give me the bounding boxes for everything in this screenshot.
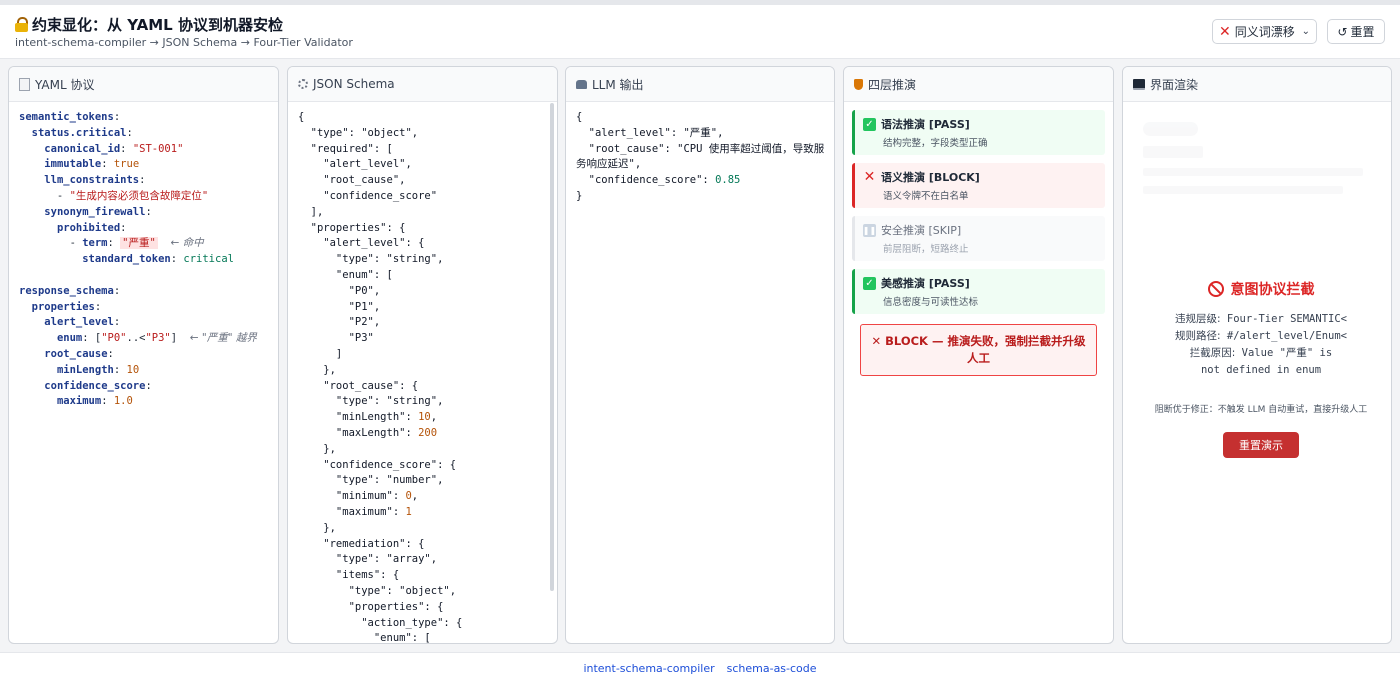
- tier-step-semantic: ✕ 语义推演 [BLOCK] 语义令牌不在白名单: [852, 163, 1105, 208]
- violation-tier-label: 违规层级:: [1175, 313, 1221, 325]
- llm-output-code: { "alert_level": "严重", "root_cause": "CP…: [576, 111, 825, 202]
- gear-icon: [298, 79, 308, 89]
- yaml-comment-range: ← "严重" 越界: [189, 332, 257, 345]
- schema-panel-title: JSON Schema: [313, 77, 395, 91]
- llm-panel-header: LLM 输出: [566, 67, 834, 102]
- tier-step-desc: 结构完整，字段类型正确: [883, 138, 988, 149]
- footer-link-compiler[interactable]: intent-schema-compiler: [583, 662, 714, 675]
- yaml-comment-hit: ← 命中: [170, 237, 204, 250]
- cross-icon: ✕: [863, 169, 876, 185]
- app-footer: intent-schema-compiler schema-as-code: [0, 652, 1400, 684]
- replay-demo-button[interactable]: 重置演示: [1223, 432, 1299, 458]
- tiers-panel-header: 四层推演: [844, 67, 1113, 102]
- intercept-details: 违规层级: Four-Tier SEMANTIC< 规则路径: #/alert_…: [1123, 311, 1391, 379]
- lock-icon: [15, 17, 28, 32]
- pause-icon: ❚❚: [862, 223, 877, 237]
- render-panel: 界面渲染 意图协议拦截 违规层级: Four-Tier SEMANTIC< 规则…: [1122, 66, 1392, 644]
- tiers-panel: 四层推演 ✓ 语法推演 [PASS] 结构完整，字段类型正确 ✕ 语义推演 [BLO…: [843, 66, 1114, 644]
- page-title: 约束显化：从 YAML 协议到机器安检: [32, 16, 283, 34]
- intercept-note: 阻断优于修正：不触发 LLM 自动重试，直接升级人工: [1154, 405, 1368, 415]
- mode-select-value: 同义词漂移: [1234, 25, 1295, 39]
- prohibited-icon: [1207, 281, 1224, 297]
- tier-step-syntax: ✓ 语法推演 [PASS] 结构完整，字段类型正确: [852, 110, 1105, 155]
- tier-step-label: 语法推演 [PASS]: [881, 118, 970, 131]
- render-panel-title: 界面渲染: [1150, 77, 1199, 92]
- tier-step-desc: 前层阻断，短路终止: [883, 244, 969, 255]
- mode-select[interactable]: ✕ 同义词漂移 ⌄: [1212, 19, 1317, 44]
- title-row: 约束显化：从 YAML 协议到机器安检: [15, 14, 283, 35]
- tier-step-security: ❚❚ 安全推演 [SKIP] 前层阻断，短路终止: [852, 216, 1105, 261]
- yaml-panel-title: YAML 协议: [35, 77, 95, 92]
- llm-panel: LLM 输出 { "alert_level": "严重", "root_caus…: [565, 66, 835, 644]
- check-icon: ✓: [863, 117, 876, 131]
- footer-link-schema[interactable]: schema-as-code: [727, 662, 817, 675]
- monitor-icon: [1133, 78, 1145, 90]
- refresh-icon: ↺: [1337, 24, 1348, 39]
- intercept-title: 意图协议拦截: [1230, 282, 1315, 298]
- yaml-code: semantic_tokens: status.critical: canoni…: [19, 111, 257, 408]
- schema-scrollbar[interactable]: [550, 103, 554, 591]
- rule-path-label: 规则路径:: [1175, 330, 1221, 342]
- yaml-panel-header: YAML 协议: [9, 67, 278, 102]
- check-icon: ✓: [863, 276, 876, 290]
- app-header: 约束显化：从 YAML 协议到机器安检 intent-schema-compil…: [0, 5, 1400, 59]
- yaml-panel: YAML 协议 semantic_tokens: status.critical…: [8, 66, 279, 644]
- rule-path-value: #/alert_level/Enum<: [1226, 330, 1347, 342]
- shield-icon: [854, 78, 863, 90]
- intercept-card: 意图协议拦截 违规层级: Four-Tier SEMANTIC< 规则路径: #…: [1123, 279, 1391, 458]
- robot-icon: [576, 79, 587, 89]
- reset-button[interactable]: ↺ 重置: [1327, 19, 1385, 44]
- llm-panel-title: LLM 输出: [592, 77, 644, 92]
- faded-preview: [1143, 122, 1373, 194]
- tier-step-label: 安全推演 [SKIP]: [881, 224, 962, 237]
- violation-tier-value: Four-Tier SEMANTIC<: [1226, 313, 1347, 325]
- page-subtitle: intent-schema-compiler → JSON Schema → F…: [15, 36, 353, 49]
- schema-panel-header: JSON Schema: [288, 67, 557, 102]
- schema-panel: JSON Schema { "type": "object", "require…: [287, 66, 558, 644]
- chevron-down-icon: ⌄: [1301, 26, 1310, 37]
- reason-label: 拦截原因:: [1189, 347, 1236, 359]
- tier-step-aesthetic: ✓ 美感推演 [PASS] 信息密度与可读性达标: [852, 269, 1105, 314]
- tier-step-label: 美感推演 [PASS]: [881, 277, 970, 290]
- cross-icon: ✕: [1219, 23, 1231, 40]
- render-panel-header: 界面渲染: [1123, 67, 1391, 102]
- tier-step-label: 语义推演 [BLOCK]: [881, 171, 980, 184]
- tier-step-desc: 信息密度与可读性达标: [883, 297, 979, 308]
- schema-code: { "type": "object", "required": [ "alert…: [298, 111, 463, 644]
- reset-button-label: 重置: [1350, 25, 1375, 39]
- block-banner: ✕ BLOCK — 推演失败，强制拦截并升级人工: [860, 324, 1097, 376]
- tiers-panel-title: 四层推演: [868, 77, 917, 92]
- document-icon: [19, 77, 30, 91]
- tier-step-desc: 语义令牌不在白名单: [883, 191, 969, 202]
